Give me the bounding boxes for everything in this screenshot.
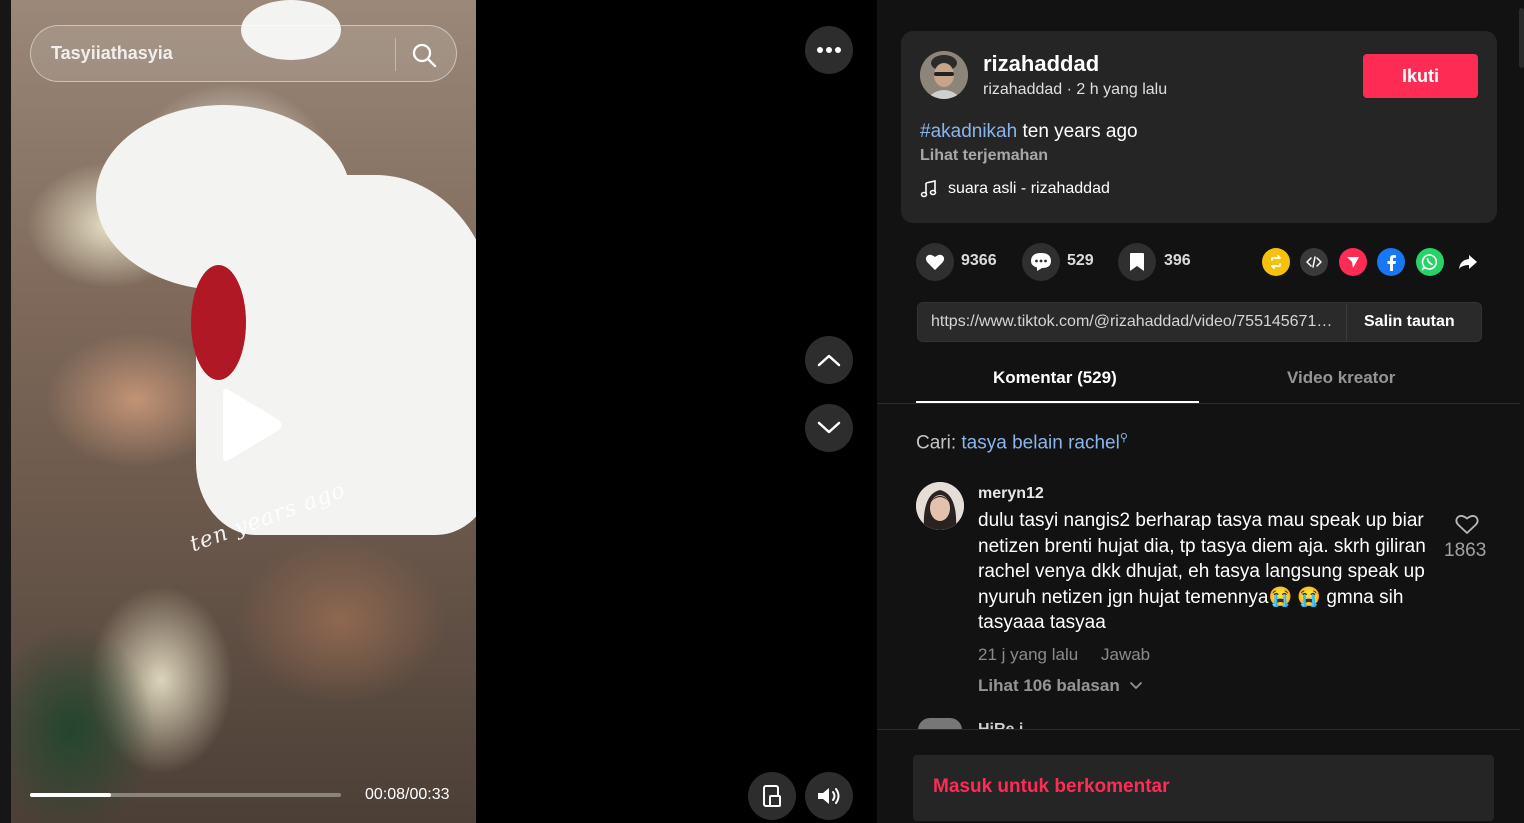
- follow-button[interactable]: Ikuti: [1363, 54, 1478, 98]
- active-tab-indicator: [916, 401, 1199, 403]
- volume-button[interactable]: [805, 772, 853, 820]
- save-button[interactable]: [1118, 243, 1156, 281]
- tiktok-video-page: ten years ago Tasyiiathasyia 00:08/00:33: [0, 0, 1524, 823]
- view-replies-label: Lihat 106 balasan: [978, 676, 1120, 695]
- music-title: suara asli - rizahaddad: [948, 180, 1110, 197]
- previous-video-button[interactable]: [805, 336, 853, 384]
- tabs-divider: [877, 403, 1520, 404]
- comment-like-icon[interactable]: [1455, 513, 1479, 535]
- send-button[interactable]: [1339, 248, 1367, 276]
- time-display: 00:08/00:33: [365, 786, 450, 803]
- search-divider: [395, 38, 396, 71]
- creator-handle-time: rizahaddad · 2 h yang lalu: [983, 81, 1168, 98]
- more-horizontal-icon: [817, 47, 841, 53]
- repost-icon: [1271, 255, 1281, 269]
- comment-count: 529: [1067, 252, 1094, 269]
- video-frame-flower: [191, 265, 246, 380]
- link-divider: [1346, 303, 1347, 341]
- comment-like-count: 1863: [1444, 540, 1487, 561]
- embed-button[interactable]: [1300, 248, 1328, 276]
- share-url[interactable]: https://www.tiktok.com/@rizahaddad/video…: [931, 313, 1336, 331]
- creator-username[interactable]: rizahaddad: [983, 51, 1099, 77]
- search-input[interactable]: Tasyiiathasyia: [51, 43, 173, 64]
- commenter-avatar[interactable]: [916, 482, 964, 530]
- translate-link[interactable]: Lihat terjemahan: [920, 147, 1048, 165]
- bookmark-icon: [1130, 253, 1144, 271]
- music-note-icon: [920, 180, 937, 198]
- chevron-down-icon: [817, 421, 841, 434]
- progress-fill: [30, 793, 111, 797]
- creator-avatar[interactable]: [920, 51, 968, 99]
- progress-bar[interactable]: [30, 793, 341, 797]
- next-video-button[interactable]: [805, 404, 853, 452]
- caption-text: ten years ago: [1017, 121, 1138, 142]
- facebook-share-button[interactable]: [1377, 248, 1405, 276]
- login-to-comment-box[interactable]: Masuk untuk berkomentar: [913, 755, 1494, 821]
- comment-button[interactable]: [1022, 243, 1060, 281]
- view-replies-button[interactable]: Lihat 106 balasan: [978, 676, 1143, 696]
- tab-comments[interactable]: Komentar (529): [993, 368, 1117, 388]
- save-count: 396: [1164, 252, 1191, 269]
- comment-text: dulu tasyi nangis2 berharap tasya mau sp…: [978, 510, 1426, 633]
- play-icon[interactable]: [215, 385, 285, 465]
- like-button[interactable]: [916, 243, 954, 281]
- chevron-down-icon: [1129, 682, 1142, 690]
- mini-player-button[interactable]: [748, 772, 796, 820]
- repost-button[interactable]: [1262, 248, 1290, 276]
- tab-creator-videos[interactable]: Video kreator: [1287, 368, 1395, 388]
- forward-icon: [1459, 255, 1477, 269]
- related-search-prefix: Cari:: [916, 432, 962, 454]
- volume-icon: [818, 788, 840, 804]
- whatsapp-icon: [1421, 254, 1438, 271]
- more-share-button[interactable]: [1454, 248, 1482, 276]
- footer-divider: [877, 729, 1520, 730]
- related-search-query[interactable]: tasya belain rachel: [961, 432, 1119, 453]
- comment-time: 21 j yang lalu: [978, 645, 1079, 664]
- chevron-up-icon: [817, 354, 841, 367]
- post-caption: #akadnikah ten years ago: [920, 121, 1138, 143]
- music-link[interactable]: suara asli - rizahaddad: [920, 180, 1110, 198]
- login-to-comment-label[interactable]: Masuk untuk berkomentar: [933, 776, 1170, 798]
- share-link-box: https://www.tiktok.com/@rizahaddad/video…: [917, 302, 1482, 342]
- commenter-username[interactable]: meryn12: [978, 485, 1044, 503]
- search-box[interactable]: Tasyiiathasyia: [30, 25, 457, 82]
- panel-scrollbar[interactable]: [1519, 8, 1524, 68]
- embed-icon: [1306, 256, 1322, 268]
- whatsapp-share-button[interactable]: [1416, 248, 1444, 276]
- copy-link-button[interactable]: Salin tautan: [1364, 313, 1455, 331]
- related-search[interactable]: Cari: tasya belain rachel⚲: [916, 431, 1128, 454]
- left-edge: [0, 0, 11, 823]
- heart-icon: [925, 254, 945, 270]
- more-options-button[interactable]: [805, 26, 853, 74]
- hashtag-link[interactable]: #akadnikah: [920, 121, 1017, 142]
- avatar-image: [916, 482, 964, 530]
- avatar-image: [920, 51, 968, 99]
- comment-bubble-icon: [1031, 253, 1051, 271]
- reply-button[interactable]: Jawab: [1101, 645, 1150, 665]
- mini-player-icon: [763, 785, 781, 807]
- small-search-icon: ⚲: [1119, 432, 1128, 444]
- facebook-icon: [1387, 255, 1396, 271]
- like-count: 9366: [961, 252, 997, 269]
- search-icon[interactable]: [411, 42, 437, 68]
- send-icon: [1347, 257, 1359, 268]
